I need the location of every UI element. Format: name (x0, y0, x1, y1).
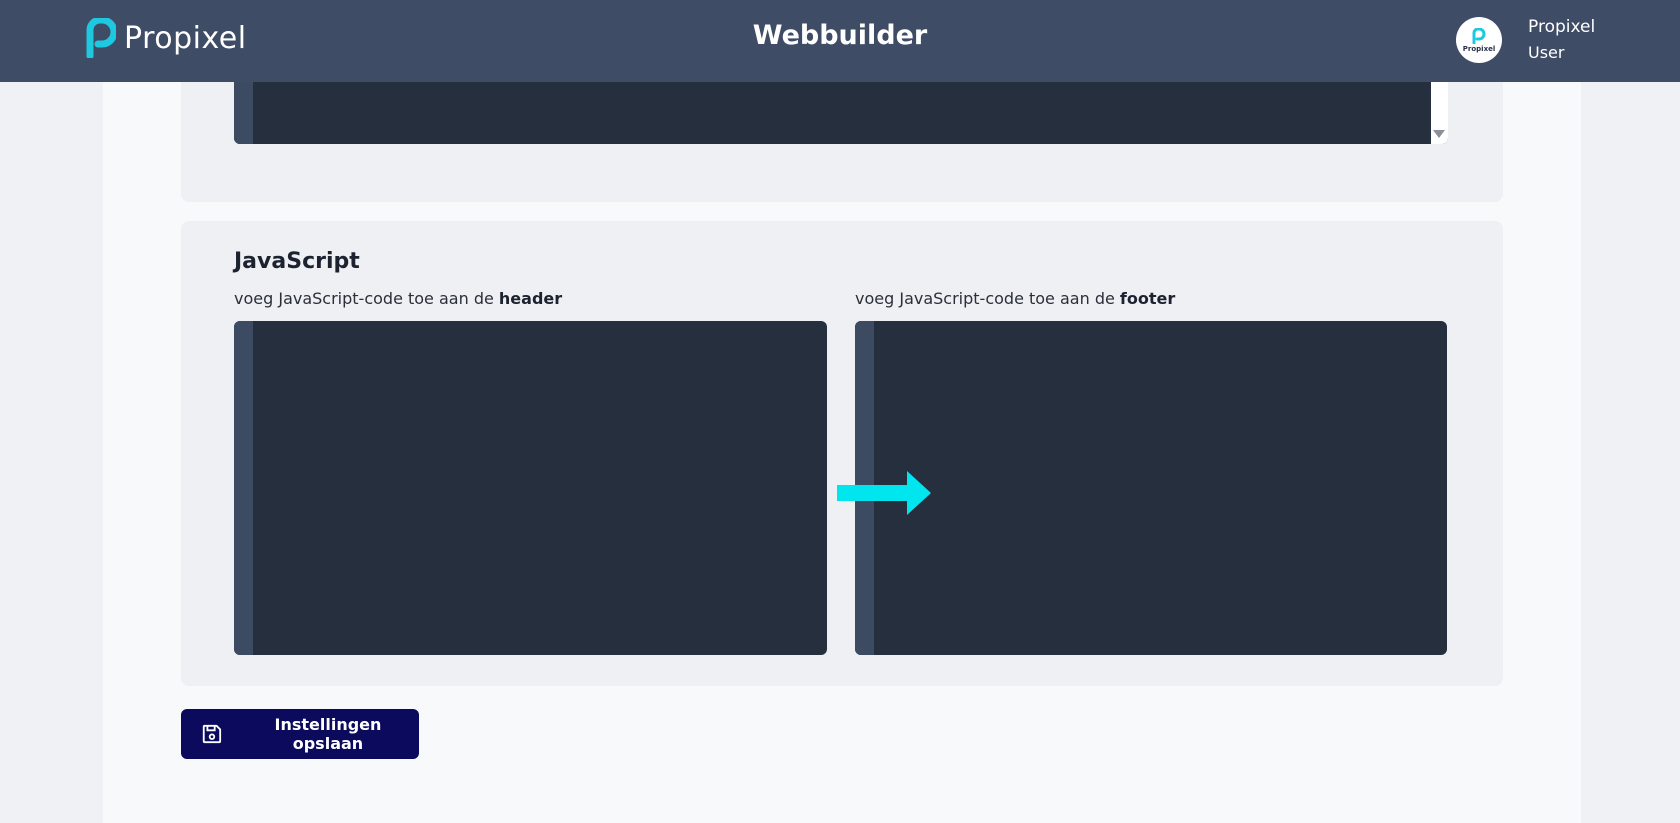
propixel-logo-icon (1472, 27, 1486, 44)
header-js-editor[interactable] (234, 321, 827, 655)
label-emphasis: header (498, 289, 563, 308)
footer-js-label: voeg JavaScript-code toe aan de footer (855, 289, 1175, 308)
css-settings-card (181, 62, 1503, 202)
floppy-disk-icon (202, 724, 222, 744)
save-settings-button[interactable]: Instellingen opslaan (181, 709, 419, 759)
arrow-right-icon (837, 471, 931, 515)
header-js-label: voeg JavaScript-code toe aan de header (234, 289, 562, 308)
user-name: Propixel (1528, 17, 1596, 37)
section-title: JavaScript (234, 249, 360, 274)
javascript-settings-card: JavaScript voeg JavaScript-code toe aan … (181, 221, 1503, 686)
app-title: Webbuilder (752, 20, 928, 51)
label-emphasis: footer (1119, 289, 1176, 308)
user-role: User (1528, 43, 1565, 62)
top-bar: Propixel Webbuilder Propixel Propixel Us… (0, 0, 1680, 82)
save-button-label: Instellingen opslaan (274, 715, 382, 753)
brand-name: Propixel (124, 20, 247, 56)
editor-gutter (234, 321, 253, 655)
user-menu[interactable]: Propixel User (1528, 17, 1595, 62)
scroll-down-icon[interactable] (1433, 130, 1445, 138)
propixel-logo-icon (86, 18, 116, 58)
settings-page: JavaScript voeg JavaScript-code toe aan … (103, 62, 1581, 823)
footer-js-editor[interactable] (855, 321, 1447, 655)
label-text: voeg JavaScript-code toe aan de (234, 289, 499, 308)
brand-logo[interactable]: Propixel (86, 18, 247, 58)
user-avatar[interactable]: Propixel (1456, 17, 1502, 63)
label-text: voeg JavaScript-code toe aan de (855, 289, 1120, 308)
avatar-label: Propixel (1462, 44, 1496, 53)
